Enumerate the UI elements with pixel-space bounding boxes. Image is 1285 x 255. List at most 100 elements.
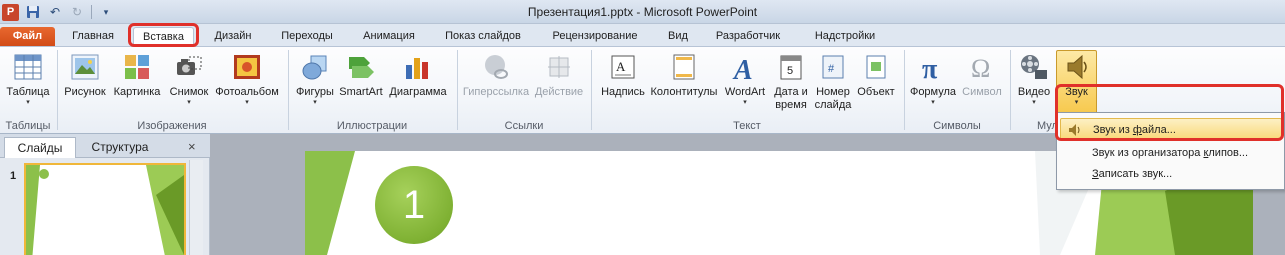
wordart-icon: A (729, 51, 761, 83)
video-label: Видео (1017, 86, 1051, 98)
slide-number-icon: # (817, 51, 849, 83)
tab-view[interactable]: Вид (660, 27, 696, 46)
group-images-label: Изображения (137, 120, 207, 132)
tab-addins[interactable]: Надстройки (800, 27, 890, 46)
group-symbols: π Формула ▾ Ω Символ Символы (905, 47, 1009, 133)
chart-button[interactable]: Диаграмма (385, 51, 451, 99)
screenshot-label: Снимок (169, 86, 209, 98)
slidenumber-label: Номер слайда (814, 86, 852, 111)
close-pane-icon[interactable]: × (188, 139, 196, 154)
object-icon (860, 51, 892, 83)
hyperlink-icon (480, 51, 512, 83)
equation-button[interactable]: π Формула ▾ (907, 51, 959, 106)
tab-transitions[interactable]: Переходы (272, 27, 342, 46)
screenshot-icon (173, 51, 205, 83)
headerfooter-button[interactable]: Колонтитулы (650, 51, 718, 99)
wordart-button[interactable]: A WordArt ▾ (720, 51, 770, 106)
equation-label: Формула (909, 86, 957, 98)
hyperlink-label: Гиперссылка (462, 86, 530, 98)
group-symbols-label: Символы (933, 120, 981, 132)
group-images: Рисунок Картинка Снимок ▾ Фотоальбом ▾ И… (58, 47, 286, 133)
shapes-icon (299, 51, 331, 83)
smartart-button[interactable]: SmartArt (337, 51, 385, 99)
symbol-label: Символ (962, 86, 1002, 98)
table-button[interactable]: Таблица ▾ (4, 51, 52, 106)
tab-design[interactable]: Дизайн (202, 27, 264, 46)
slidenumber-button[interactable]: # Номер слайда (812, 51, 854, 112)
picture-icon (69, 51, 101, 83)
group-tables: Таблица ▾ Таблицы (0, 47, 56, 133)
omega-icon: Ω (966, 51, 998, 83)
video-button[interactable]: Видео ▾ (1013, 51, 1055, 106)
tab-review[interactable]: Рецензирование (538, 27, 652, 46)
object-button[interactable]: Объект (854, 51, 898, 99)
slides-pane-tabs: Слайды Структура × (0, 134, 210, 158)
menu-item-audio-clip-organizer[interactable]: Звук из организатора клипов... (1060, 142, 1282, 164)
chart-icon (402, 51, 434, 83)
smartart-icon (345, 51, 377, 83)
audio-menu-highlight (1055, 84, 1284, 141)
datetime-button[interactable]: 5 Дата и время (770, 51, 812, 112)
headerfooter-icon (668, 51, 700, 83)
calendar-icon: 5 (775, 51, 807, 83)
tab-file[interactable]: Файл (0, 27, 55, 46)
group-links-label: Ссылки (504, 120, 544, 132)
textbox-icon: A (607, 51, 639, 83)
slide-number-badge: 1 (375, 166, 453, 244)
photoalbum-button[interactable]: Фотоальбом ▾ (212, 51, 282, 106)
group-illustrations-label: Иллюстрации (336, 120, 408, 132)
shapes-button[interactable]: Фигуры ▾ (291, 51, 339, 106)
wordart-label: WordArt (724, 86, 766, 98)
slide-thumb-number: 1 (10, 170, 17, 182)
group-links: Гиперссылка Действие Ссылки (458, 47, 590, 133)
svg-text:A: A (616, 59, 626, 74)
photoalbum-icon (231, 51, 263, 83)
picture-label: Рисунок (64, 86, 106, 98)
clipart-button[interactable]: Картинка (110, 51, 164, 99)
symbol-button[interactable]: Ω Символ (959, 51, 1005, 99)
insert-tab-highlight (128, 23, 199, 47)
textbox-button[interactable]: A Надпись (596, 51, 650, 99)
photoalbum-label: Фотоальбом (215, 86, 279, 98)
speaker-icon (1061, 51, 1093, 83)
tab-animations[interactable]: Анимация (350, 27, 428, 46)
group-tables-label: Таблицы (5, 120, 51, 132)
svg-text:Ω: Ω (971, 54, 990, 81)
tab-slideshow[interactable]: Показ слайдов (436, 27, 530, 46)
svg-text:#: # (828, 63, 835, 75)
film-reel-icon (1018, 51, 1050, 83)
table-icon (12, 51, 44, 83)
screenshot-button[interactable]: Снимок ▾ (166, 51, 212, 106)
slides-pane-scrollbar[interactable] (189, 160, 203, 255)
clipart-label: Картинка (113, 86, 161, 98)
group-text-label: Текст (733, 120, 761, 132)
tab-home[interactable]: Главная (62, 27, 124, 46)
picture-button[interactable]: Рисунок (62, 51, 108, 99)
svg-text:A: A (732, 55, 753, 82)
title-bar: P ↶ ↻ ▾ Презентация1.pptx - Microsoft Po… (0, 0, 1285, 24)
slide-thumbnail[interactable] (24, 163, 186, 255)
chart-label: Диаграмма (389, 86, 447, 98)
table-label: Таблица (6, 86, 50, 98)
tab-slides[interactable]: Слайды (4, 137, 76, 158)
pi-icon: π (917, 51, 949, 83)
svg-text:π: π (922, 54, 938, 81)
svg-text:5: 5 (787, 65, 793, 77)
object-label: Объект (857, 86, 895, 98)
textbox-label: Надпись (601, 86, 645, 98)
shapes-label: Фигуры (296, 86, 334, 98)
group-text: A Надпись Колонтитулы A WordArt ▾ 5 Дата… (592, 47, 902, 133)
menu-item-record-audio[interactable]: Записать звук... (1060, 163, 1282, 185)
tab-outline[interactable]: Структура (80, 137, 160, 158)
hyperlink-button[interactable]: Гиперссылка (462, 51, 530, 99)
window-title: Презентация1.pptx - Microsoft PowerPoint (527, 5, 758, 19)
action-icon (543, 51, 575, 83)
tab-developer[interactable]: Разработчик (704, 27, 792, 46)
smartart-label: SmartArt (339, 86, 383, 98)
group-illustrations: Фигуры ▾ SmartArt Диаграмма Иллюстрации (289, 47, 455, 133)
action-label: Действие (534, 86, 584, 98)
clipart-icon (121, 51, 153, 83)
slides-pane: Слайды Структура × 1 (0, 134, 210, 255)
datetime-label: Дата и время (774, 86, 808, 111)
action-button[interactable]: Действие (532, 51, 586, 99)
